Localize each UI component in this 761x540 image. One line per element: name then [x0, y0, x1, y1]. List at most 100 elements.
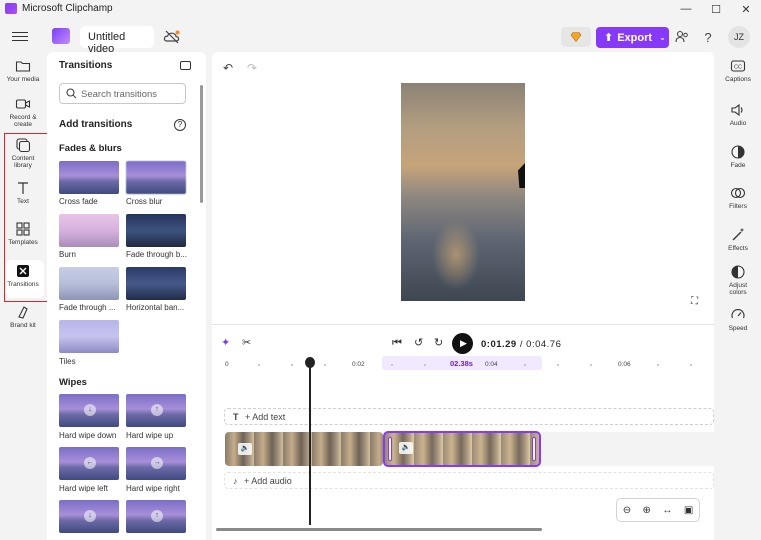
- export-button[interactable]: ⬆ Export ⌄: [596, 27, 669, 48]
- transition-thumbnail-hard-wipe-left[interactable]: ←: [59, 447, 119, 480]
- arrow-up-icon: ↑: [151, 404, 163, 416]
- ruler-dot: [424, 364, 426, 366]
- transition-label: Cross blur: [126, 197, 163, 206]
- property-speed[interactable]: Speed: [721, 307, 755, 332]
- diamond-icon: [570, 32, 582, 42]
- sidebar-item-label: Brand kit: [10, 322, 36, 329]
- transition-label: Hard wipe up: [126, 431, 174, 440]
- property-captions[interactable]: CC Captions: [721, 58, 755, 83]
- section-heading-wipes: Wipes: [59, 377, 87, 388]
- property-audio[interactable]: Audio: [721, 102, 755, 127]
- premium-button[interactable]: [561, 27, 591, 47]
- avatar[interactable]: JZ: [728, 26, 750, 48]
- add-text-label: + Add text: [245, 412, 286, 422]
- video-highlight: [432, 220, 480, 290]
- property-label: Speed: [728, 325, 748, 332]
- transition-label: Tiles: [59, 357, 76, 366]
- transition-thumbnail-tiles[interactable]: [59, 320, 119, 353]
- magic-sparkle-icon[interactable]: ✦: [221, 336, 230, 349]
- close-button[interactable]: ✕: [731, 0, 761, 18]
- add-audio-track[interactable]: ♪ + Add audio: [224, 472, 714, 489]
- project-title-field[interactable]: Untitled video: [80, 26, 154, 55]
- redo-icon[interactable]: ↷: [247, 61, 257, 75]
- playhead[interactable]: [309, 365, 311, 525]
- help-circle-icon[interactable]: ?: [174, 119, 186, 131]
- fade-icon: [731, 145, 745, 159]
- transition-thumbnail-burn[interactable]: [59, 214, 119, 247]
- minimize-button[interactable]: —: [671, 0, 701, 18]
- sidebar-item-your-media[interactable]: Your media: [0, 58, 46, 83]
- ruler-tick-label: 0:02: [352, 361, 365, 368]
- project-thumbnail-icon: [52, 28, 70, 44]
- property-label: Captions: [725, 76, 751, 83]
- transition-label: Hard wipe left: [59, 484, 108, 493]
- clip-trim-handle-left[interactable]: [388, 437, 392, 461]
- search-placeholder: Search transitions: [81, 89, 158, 100]
- timeline-scrollbar[interactable]: [216, 528, 542, 531]
- rewind-5s-icon[interactable]: ↺: [414, 336, 423, 349]
- arrow-right-icon: →: [151, 457, 163, 469]
- playhead-handle[interactable]: [305, 357, 315, 368]
- property-effects[interactable]: Effects: [721, 227, 755, 252]
- help-icon[interactable]: ?: [698, 27, 718, 47]
- current-time: 0:01.29: [481, 339, 517, 350]
- transition-label: Burn: [59, 250, 76, 259]
- transition-thumbnail[interactable]: ↑: [126, 500, 186, 533]
- speaker-icon[interactable]: 🔈: [238, 443, 252, 455]
- transition-label: Horizontal ban...: [126, 303, 185, 312]
- maximize-button[interactable]: ☐: [701, 0, 731, 18]
- selection-duration: 02.38s: [450, 359, 473, 368]
- speed-icon: [731, 309, 745, 319]
- ruler-dot: [324, 364, 326, 366]
- sidebar-item-brand-kit[interactable]: Brand kit: [0, 304, 46, 329]
- transition-thumbnail[interactable]: ↓: [59, 500, 119, 533]
- ruler-dot: [258, 364, 260, 366]
- ruler-tick-label: 0:04: [485, 361, 498, 368]
- zoom-out-icon[interactable]: ⊖: [623, 505, 631, 516]
- sidebar-item-label: Your media: [6, 76, 40, 83]
- split-scissors-icon[interactable]: ✂: [242, 336, 251, 349]
- video-clip-selected[interactable]: 🔈: [383, 431, 541, 467]
- clip-trim-handle-right[interactable]: [532, 437, 536, 461]
- property-label: Adjust colors: [728, 282, 748, 296]
- fullscreen-icon[interactable]: ⛶: [691, 296, 698, 307]
- ruler-tick-label: 0:06: [618, 361, 631, 368]
- video-clip[interactable]: 🔈: [225, 432, 383, 466]
- collapse-panel-icon[interactable]: [180, 61, 191, 70]
- expand-timeline-icon[interactable]: ▣: [684, 505, 693, 516]
- undo-icon[interactable]: ↶: [223, 61, 233, 75]
- transition-thumbnail-hard-wipe-up[interactable]: ↑: [126, 394, 186, 427]
- timecode: 0:01.29 / 0:04.76: [481, 339, 562, 350]
- add-audio-label: + Add audio: [244, 476, 292, 486]
- speaker-icon[interactable]: 🔈: [399, 442, 413, 454]
- menu-icon[interactable]: [12, 29, 28, 43]
- transition-thumbnail-cross-fade[interactable]: [59, 161, 119, 194]
- add-text-track[interactable]: T + Add text: [224, 408, 714, 425]
- panel-scrollbar[interactable]: [200, 85, 203, 203]
- transition-thumbnail-hard-wipe-right[interactable]: →: [126, 447, 186, 480]
- cloud-sync-off-icon[interactable]: [163, 29, 181, 45]
- transition-label: Fade through ...: [59, 303, 116, 312]
- sidebar-item-record-create[interactable]: Record & create: [0, 96, 46, 128]
- ruler-dot: [391, 364, 393, 366]
- arrow-up-icon: ↑: [151, 510, 163, 522]
- zoom-in-icon[interactable]: ⊕: [643, 505, 651, 516]
- transition-thumbnail-horizontal-banding[interactable]: [126, 267, 186, 300]
- transition-thumbnail-fade-through-white[interactable]: [59, 267, 119, 300]
- folder-icon: [15, 61, 31, 72]
- share-people-icon[interactable]: [672, 27, 692, 47]
- transition-thumbnail-hard-wipe-down[interactable]: ↓: [59, 394, 119, 427]
- arrow-down-icon: ↓: [84, 510, 96, 522]
- property-filters[interactable]: Filters: [721, 185, 755, 210]
- ruler-dot: [524, 364, 526, 366]
- fit-to-width-icon[interactable]: ↔: [662, 505, 672, 516]
- forward-5s-icon[interactable]: ↻: [434, 336, 443, 349]
- play-button[interactable]: ▶: [452, 333, 473, 354]
- ruler-dot: [690, 364, 692, 366]
- property-adjust-colors[interactable]: Adjust colors: [721, 264, 755, 296]
- ruler-dot: [291, 364, 293, 366]
- property-fade[interactable]: Fade: [721, 144, 755, 169]
- skip-back-icon[interactable]: ⏮: [392, 337, 402, 350]
- transition-thumbnail-fade-through-black[interactable]: [126, 214, 186, 247]
- transition-thumbnail-cross-blur[interactable]: [126, 161, 186, 194]
